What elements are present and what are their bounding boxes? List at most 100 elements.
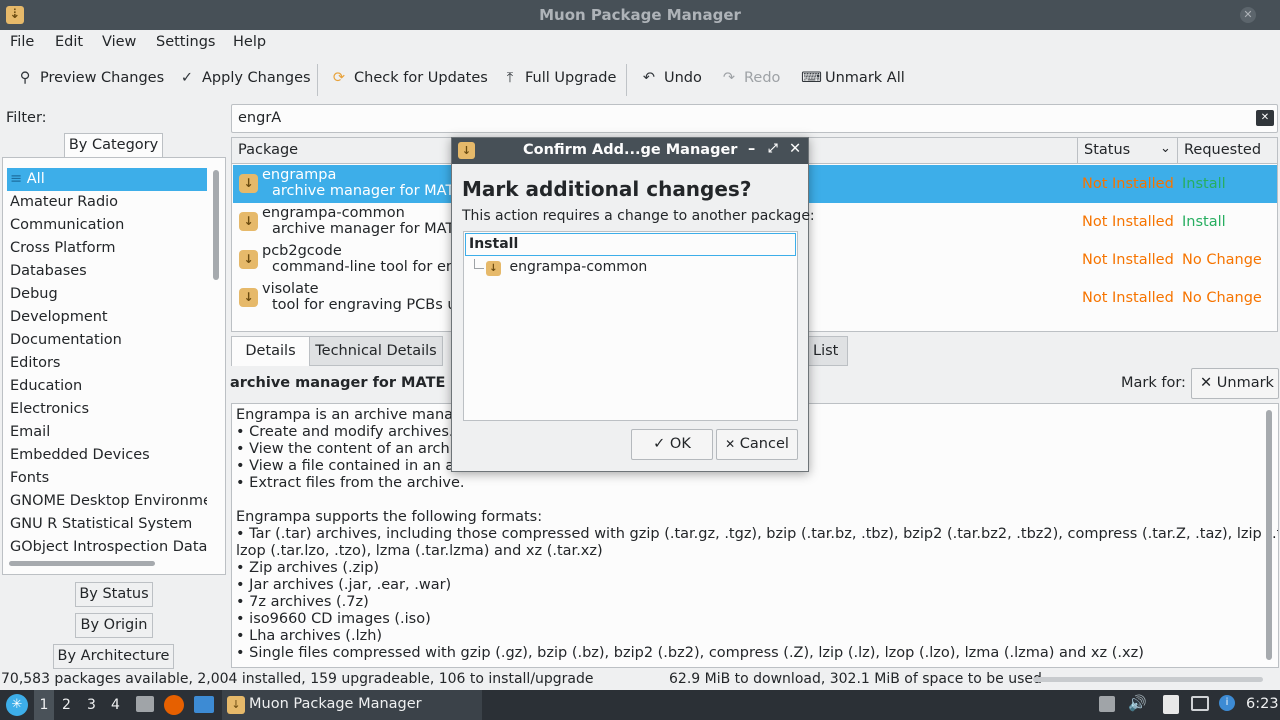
tab-technical-details[interactable]: Technical Details xyxy=(309,336,443,366)
package-name: engrampa-common xyxy=(262,205,405,221)
by-category-tab[interactable]: By Category xyxy=(64,133,163,158)
unmark-button[interactable]: ✕ Unmark xyxy=(1191,368,1279,399)
close-icon: ✕ xyxy=(725,437,736,451)
description-line xyxy=(236,492,1278,509)
taskbar: ✳ 1 2 3 4 ↓ Muon Package Manager 🔊 i 6:2… xyxy=(0,690,1280,720)
package-description: tool for engraving PCBs us xyxy=(272,297,465,313)
description-line: • Tar (.tar) archives, including those c… xyxy=(236,526,1279,542)
category-item[interactable]: Education xyxy=(7,375,207,398)
category-item[interactable]: GNOME Desktop Environmen xyxy=(7,490,207,513)
minimize-icon[interactable]: – xyxy=(748,141,755,157)
category-item[interactable]: GNU R Statistical System xyxy=(7,513,207,536)
workspace-2[interactable]: 2 xyxy=(62,697,71,713)
package-name: engrampa xyxy=(262,167,337,183)
clear-search-icon[interactable]: ✕ xyxy=(1256,110,1274,126)
package-name: pcb2gcode xyxy=(262,243,342,259)
category-item[interactable]: GObject Introspection Data xyxy=(7,536,207,559)
by-origin-tab[interactable]: By Origin xyxy=(75,613,153,638)
storage-icon[interactable] xyxy=(1099,696,1115,712)
details-vertical-scrollbar[interactable] xyxy=(1266,410,1272,660)
description-line: • Extract files from the archive. xyxy=(236,475,465,491)
full-upgrade-button[interactable]: ⤒ Full Upgrade xyxy=(501,70,617,86)
category-item[interactable]: Databases xyxy=(7,260,207,283)
category-list: ≡ All Amateur Radio Communication Cross … xyxy=(2,157,226,575)
menu-help[interactable]: Help xyxy=(233,34,266,50)
by-status-tab[interactable]: By Status xyxy=(75,582,153,607)
window-titlebar: ⇣ Muon Package Manager ✕ xyxy=(0,0,1280,30)
package-icon: ↓ xyxy=(239,250,258,269)
package-status: Not Installed xyxy=(1082,176,1174,192)
volume-icon[interactable]: 🔊 xyxy=(1128,694,1147,712)
filter-label: Filter: xyxy=(6,110,47,126)
check-for-updates-button[interactable]: ⟳ Check for Updates xyxy=(330,70,488,86)
package-name: visolate xyxy=(262,281,319,297)
description-line: • Zip archives (.zip) xyxy=(236,560,380,576)
package-requested: Install xyxy=(1182,176,1226,192)
change-tree: Install ↓ engrampa-common xyxy=(463,231,798,421)
redo-button[interactable]: ↷ Redo xyxy=(720,70,781,86)
task-muon[interactable]: ↓ Muon Package Manager xyxy=(222,690,482,720)
category-item[interactable]: Fonts xyxy=(7,467,207,490)
apply-changes-button[interactable]: ✓ Apply Changes xyxy=(178,70,311,86)
menu-edit[interactable]: Edit xyxy=(55,34,83,50)
column-requested[interactable]: Requested xyxy=(1184,142,1261,158)
unmark-all-button[interactable]: ⌨ Unmark All xyxy=(801,70,905,86)
menu-settings[interactable]: Settings xyxy=(156,34,215,50)
window-close-icon[interactable]: ✕ xyxy=(1240,7,1256,23)
package-description: command-line tool for eng xyxy=(272,259,465,275)
category-item[interactable]: Email xyxy=(7,421,207,444)
category-item[interactable]: Debug xyxy=(7,283,207,306)
category-item[interactable]: Documentation xyxy=(7,329,207,352)
category-horizontal-scrollbar[interactable] xyxy=(9,561,155,566)
tab-details[interactable]: Details xyxy=(231,336,310,366)
mark-for-label: Mark for: xyxy=(1121,375,1186,391)
start-menu-icon[interactable]: ✳ xyxy=(6,694,28,716)
search-input[interactable]: engrA xyxy=(238,110,281,126)
column-package[interactable]: Package xyxy=(238,142,298,158)
confirm-dialog: ↓ Confirm Add...ge Manager – ⤢ ✕ Mark ad… xyxy=(451,137,815,472)
category-item[interactable]: ≡ All xyxy=(7,168,207,191)
category-item[interactable]: Cross Platform xyxy=(7,237,207,260)
category-item[interactable]: Amateur Radio xyxy=(7,191,207,214)
clipboard-icon[interactable] xyxy=(1163,695,1179,714)
preview-changes-button[interactable]: ⚲ Preview Changes xyxy=(16,70,164,86)
check-icon: ✓ xyxy=(653,436,666,452)
close-icon: ✕ xyxy=(1200,375,1213,391)
by-architecture-tab[interactable]: By Architecture xyxy=(53,644,174,669)
tree-branch-line xyxy=(474,259,484,269)
ok-button[interactable]: ✓ OK xyxy=(631,429,713,460)
package-requested: No Change xyxy=(1182,252,1262,268)
description-line: • Lha archives (.lzh) xyxy=(236,628,383,644)
file-manager-icon[interactable] xyxy=(136,696,154,712)
dialog-close-icon[interactable]: ✕ xyxy=(789,141,801,157)
search-field[interactable]: engrA ✕ xyxy=(231,104,1278,133)
category-item[interactable]: Editors xyxy=(7,352,207,375)
maximize-icon[interactable]: ⤢ xyxy=(768,141,778,156)
workspace-1[interactable]: 1 xyxy=(34,690,54,720)
update-notifier-icon[interactable]: i xyxy=(1219,695,1235,711)
window-title: Muon Package Manager xyxy=(539,6,741,24)
category-item[interactable]: Electronics xyxy=(7,398,207,421)
desktop-icon[interactable] xyxy=(194,696,214,713)
category-item[interactable]: Communication xyxy=(7,214,207,237)
cancel-button[interactable]: ✕ Cancel xyxy=(716,429,798,460)
workspace-4[interactable]: 4 xyxy=(111,697,120,713)
network-icon[interactable] xyxy=(1191,696,1209,711)
tree-header-label: Install xyxy=(469,236,519,252)
firefox-icon[interactable] xyxy=(164,695,184,715)
toolbar-separator xyxy=(626,64,627,96)
description-line: • Single files compressed with gzip (.gz… xyxy=(236,645,1144,661)
menu-view[interactable]: View xyxy=(102,34,136,50)
menu-file[interactable]: File xyxy=(10,34,34,50)
dialog-heading: Mark additional changes? xyxy=(462,177,752,201)
status-bar: 70,583 packages available, 2,004 install… xyxy=(0,669,1280,690)
category-item[interactable]: Embedded Devices xyxy=(7,444,207,467)
package-description: archive manager for MATE xyxy=(272,183,464,199)
tree-item[interactable]: ↓ engrampa-common xyxy=(486,259,647,276)
sort-chevron-down-icon[interactable]: ⌄ xyxy=(1160,141,1171,156)
category-vertical-scrollbar[interactable] xyxy=(213,170,219,280)
workspace-3[interactable]: 3 xyxy=(87,697,96,713)
undo-button[interactable]: ↶ Undo xyxy=(640,70,702,86)
column-status[interactable]: Status xyxy=(1084,142,1130,158)
category-item[interactable]: Development xyxy=(7,306,207,329)
